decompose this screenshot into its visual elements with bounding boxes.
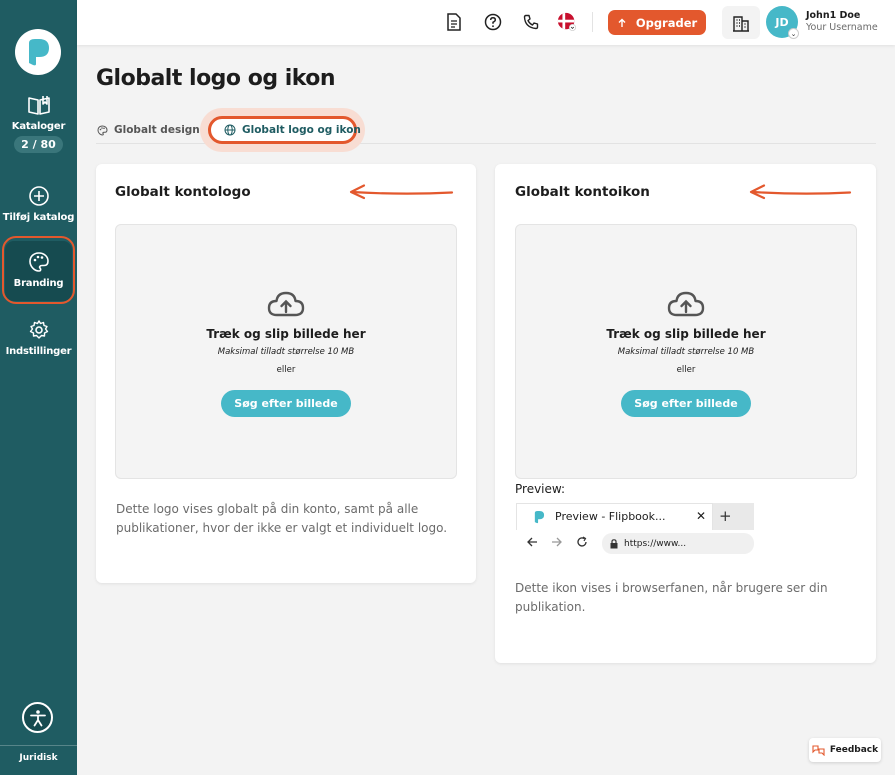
tab-label: Globalt logo og ikon xyxy=(242,124,361,136)
sidebar-item-settings[interactable]: Indstillinger xyxy=(0,319,77,357)
book-open-icon xyxy=(27,96,50,115)
logo-dropzone[interactable]: Træk og slip billede her Maksimal tillad… xyxy=(115,224,457,479)
new-tab-icon: + xyxy=(719,507,732,525)
building-icon xyxy=(733,15,749,32)
account-area[interactable]: JD ⌄ John1 Doe Your Username xyxy=(722,6,892,39)
icon-card: Globalt kontoikon Træk og slip billede h… xyxy=(495,164,876,663)
logo-card: Globalt kontologo Træk og slip billede h… xyxy=(96,164,476,583)
accessibility-icon xyxy=(29,709,46,726)
legal-link[interactable]: Juridisk xyxy=(0,753,77,763)
palette-icon xyxy=(28,252,49,272)
sidebar-item-label: Indstillinger xyxy=(5,346,72,357)
back-arrow-icon xyxy=(527,537,537,547)
document-icon[interactable] xyxy=(444,12,464,32)
sidebar-item-branding[interactable]: Branding xyxy=(0,251,77,289)
feedback-icon xyxy=(812,744,825,756)
upgrade-button[interactable]: Opgrader xyxy=(608,10,706,35)
sidebar-item-label: Branding xyxy=(13,278,64,289)
topbar: Opgrader JD ⌄ John1 Doe Your Username xyxy=(77,0,895,45)
user-name: John1 Doe xyxy=(806,10,861,21)
card-title: Globalt kontologo xyxy=(115,184,251,200)
user-subtitle: Your Username xyxy=(806,22,878,33)
help-icon[interactable] xyxy=(483,12,503,32)
dropzone-size-limit: Maksimal tilladt størrelse 10 MB xyxy=(617,347,755,357)
feedback-button[interactable]: Feedback xyxy=(809,738,881,762)
browse-image-button[interactable]: Søg efter billede xyxy=(221,390,351,417)
page-title: Globalt logo og ikon xyxy=(96,66,336,91)
phone-icon[interactable] xyxy=(521,12,541,32)
dropzone-title: Træk og slip billede her xyxy=(206,327,366,341)
upgrade-label: Opgrader xyxy=(635,15,698,30)
dropzone-or: eller xyxy=(676,365,696,375)
publuu-logo-icon xyxy=(29,39,49,66)
gear-icon xyxy=(29,320,48,339)
reload-icon xyxy=(577,536,587,547)
sidebar: Kataloger 2 / 80 Tilføj katalog Branding… xyxy=(0,0,77,775)
cloud-upload-icon xyxy=(267,291,305,317)
plus-circle-icon xyxy=(28,186,49,206)
globe-icon xyxy=(224,124,236,136)
palette-icon xyxy=(97,124,108,136)
tab-globalt-logo-og-ikon[interactable]: Globalt logo og ikon xyxy=(224,124,361,136)
arrow-left-icon xyxy=(349,184,454,200)
sidebar-item-kataloger[interactable]: Kataloger 2 / 80 xyxy=(0,94,77,153)
close-icon: ✕ xyxy=(696,509,707,523)
card-title: Globalt kontoikon xyxy=(515,184,650,200)
sidebar-item-label: Kataloger xyxy=(11,121,66,132)
browser-preview-urlbar: https://www... xyxy=(516,530,754,554)
catalog-count-badge: 2 / 80 xyxy=(14,136,63,153)
browser-url-text: https://www... xyxy=(624,538,687,549)
browser-tab-title: Preview - Flipbook... xyxy=(555,510,666,523)
browser-preview-tab: Preview - Flipbook... ✕ xyxy=(516,503,713,530)
sidebar-item-add-catalog[interactable]: Tilføj katalog xyxy=(0,185,77,223)
cloud-upload-icon xyxy=(667,291,705,317)
company-button[interactable] xyxy=(722,6,760,39)
topbar-divider xyxy=(592,12,593,32)
logo-description: Dette logo vises globalt på din konto, s… xyxy=(116,502,448,535)
app-logo[interactable] xyxy=(15,29,61,75)
dropzone-title: Træk og slip billede her xyxy=(606,327,766,341)
sidebar-divider xyxy=(0,745,77,746)
forward-arrow-icon xyxy=(552,537,562,547)
browser-url-field: https://www... xyxy=(602,533,754,554)
sidebar-item-label: Tilføj katalog xyxy=(2,212,75,223)
denmark-flag-icon[interactable] xyxy=(557,12,577,32)
chevron-down-icon[interactable]: ⌄ xyxy=(788,28,799,39)
accessibility-button[interactable] xyxy=(22,702,53,733)
dropzone-size-limit: Maksimal tilladt størrelse 10 MB xyxy=(217,347,355,357)
feedback-label: Feedback xyxy=(829,745,879,755)
icon-dropzone[interactable]: Træk og slip billede her Maksimal tillad… xyxy=(515,224,857,479)
publuu-favicon-icon xyxy=(534,511,545,524)
icon-description: Dette ikon vises i browserfanen, når bru… xyxy=(515,581,828,614)
tab-label: Globalt design xyxy=(114,124,200,136)
browse-image-button[interactable]: Søg efter billede xyxy=(621,390,751,417)
arrow-left-icon xyxy=(749,184,852,200)
dropzone-or: eller xyxy=(276,365,296,375)
arrow-up-icon xyxy=(618,18,626,27)
preview-label: Preview: xyxy=(515,482,566,496)
lock-icon xyxy=(610,538,618,548)
tab-globalt-design[interactable]: Globalt design xyxy=(97,124,200,136)
